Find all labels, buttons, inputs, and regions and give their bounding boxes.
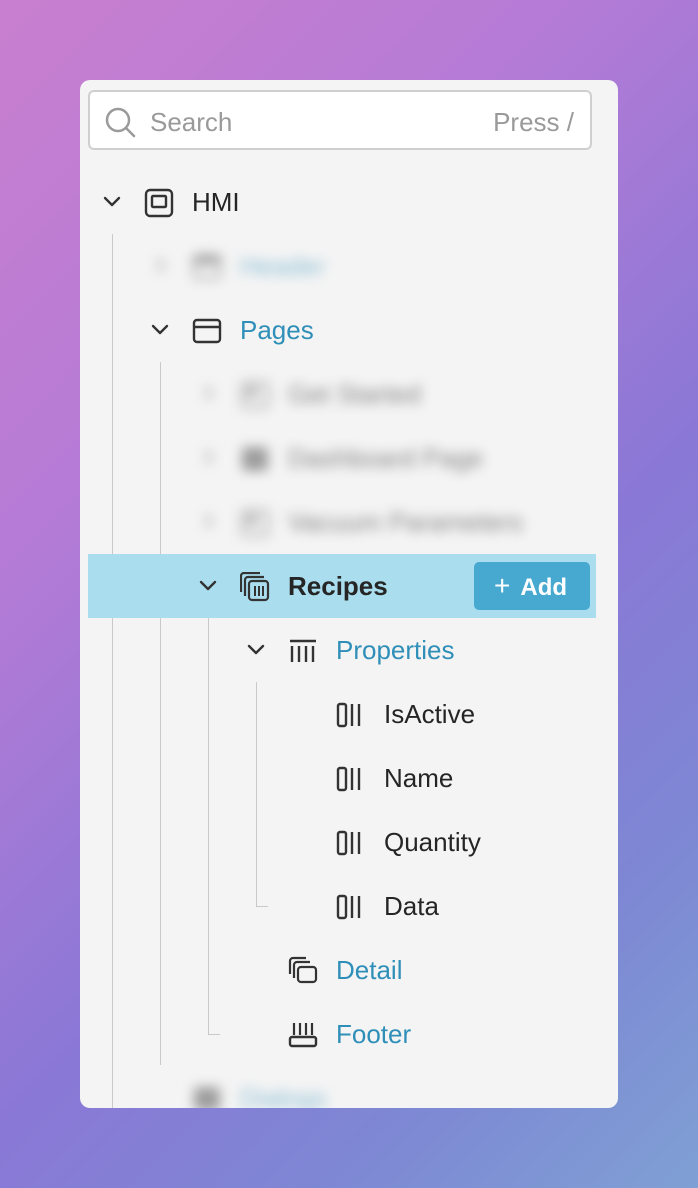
tree-item-label: Pages <box>240 315 314 345</box>
footer-icon <box>288 1023 318 1048</box>
plus-icon: + <box>494 570 511 601</box>
chevron-right-icon[interactable] <box>197 510 219 532</box>
tree-item-label: Recipes <box>288 571 388 601</box>
property-icon <box>336 702 361 728</box>
tree-panel: Search Press / HMI Header Pages Get Star… <box>80 80 618 1108</box>
property-icon <box>336 766 361 792</box>
tree-item-property[interactable]: Quantity <box>80 810 618 874</box>
page-icon <box>240 509 270 537</box>
search-placeholder: Search <box>150 107 233 137</box>
chevron-right-icon[interactable] <box>149 254 171 276</box>
add-button-label: Add <box>520 574 568 601</box>
detail-icon <box>288 956 318 984</box>
property-icon <box>336 830 361 856</box>
chevron-right-icon[interactable] <box>197 382 219 404</box>
property-icon <box>336 894 361 920</box>
pages-icon <box>192 318 222 344</box>
header-icon <box>192 254 222 280</box>
chevron-right-icon[interactable] <box>197 446 219 468</box>
page-icon <box>242 447 268 471</box>
tree-item-label: Footer <box>336 1019 412 1049</box>
chevron-down-icon[interactable] <box>197 574 219 596</box>
tree-item-label: Header <box>240 251 326 281</box>
chevron-down-icon[interactable] <box>245 638 267 660</box>
tree-item-pages[interactable]: Pages <box>80 298 618 362</box>
tree-item-label: IsActive <box>384 699 476 729</box>
tree-item-page[interactable]: Dashboard Page <box>80 426 618 490</box>
tree-item-detail[interactable]: Detail <box>80 938 618 1002</box>
tree-item-property[interactable]: Data <box>80 874 618 938</box>
collection-icon <box>240 572 270 602</box>
add-button[interactable]: + Add <box>474 562 590 610</box>
tree-item-label: Dialogs <box>240 1083 327 1108</box>
tree-item-label: Dashboard Page <box>288 443 484 473</box>
tree-item-dialogs[interactable]: Dialogs <box>80 1066 618 1108</box>
tree-item-label: Data <box>384 891 439 921</box>
tree-item-property[interactable]: Name <box>80 746 618 810</box>
search-icon <box>105 107 136 138</box>
tree-item-page[interactable]: Get Started <box>80 362 618 426</box>
tree-item-label: Detail <box>336 955 403 985</box>
page-icon <box>240 381 270 409</box>
tree-item-page[interactable]: Vacuum Parameters <box>80 490 618 554</box>
search-shortcut-hint: Press / <box>493 107 574 137</box>
chevron-down-icon[interactable] <box>149 318 171 340</box>
tree-item-header[interactable]: Header <box>80 234 618 298</box>
tree-item-properties[interactable]: Properties <box>80 618 618 682</box>
tree-item-property[interactable]: IsActive <box>80 682 618 746</box>
chevron-down-icon[interactable] <box>101 190 123 212</box>
tree-item-label: Quantity <box>384 827 481 857</box>
properties-icon <box>290 639 316 662</box>
window-icon <box>144 188 174 218</box>
tree-item-label: HMI <box>192 187 240 217</box>
tree-item-label: Name <box>384 763 454 793</box>
tree-item-footer[interactable]: Footer <box>80 1002 618 1066</box>
tree-item-label: Vacuum Parameters <box>288 507 524 537</box>
tree-item-label: Properties <box>336 635 455 665</box>
dialog-icon <box>194 1087 220 1108</box>
search-input[interactable]: Search Press / <box>88 90 592 150</box>
tree-item-label: Get Started <box>288 379 421 409</box>
tree-item-hmi[interactable]: HMI <box>80 170 618 234</box>
